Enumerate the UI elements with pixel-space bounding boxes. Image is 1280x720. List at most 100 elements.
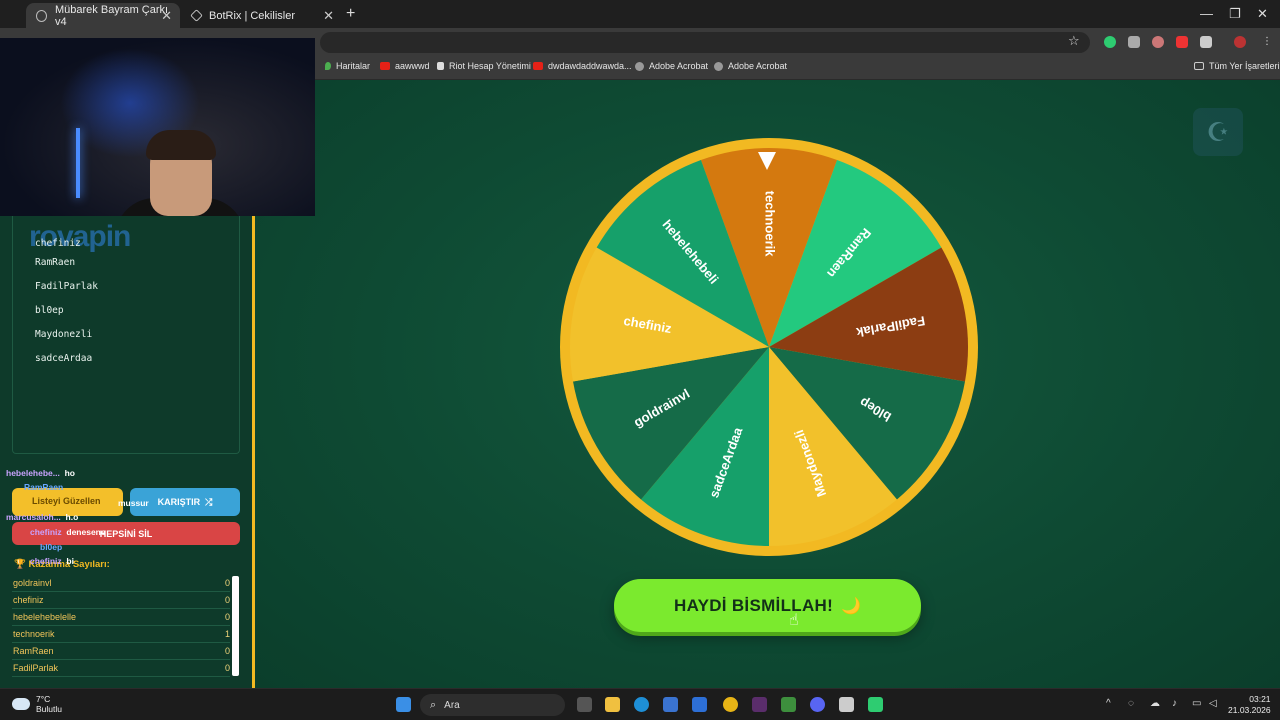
win-count: 0	[224, 612, 230, 622]
taskbar-search[interactable]: ⌕ Ara	[420, 694, 565, 716]
tray-overflow-icon[interactable]: ^	[1106, 698, 1111, 709]
taskbar: 7°C Bulutlu ⌕ Ara ^ ◌ ☁ ♪ ▭ ◁ 03:21 21.03.2…	[0, 688, 1280, 720]
app-icon[interactable]	[781, 697, 796, 712]
win-name: hebelehebelelle	[13, 612, 77, 622]
weather-text: Bulutlu	[36, 704, 62, 714]
windows-start-icon[interactable]	[396, 697, 411, 712]
shuffle-label: Listeyi Güzellen	[32, 496, 101, 506]
close-tab-icon[interactable]: ✕	[161, 8, 172, 24]
tab-bayram-carki[interactable]: Mübarek Bayram Çarkı v4 ✕	[26, 3, 180, 28]
bookmark-riot[interactable]: Riot Hesap Yönetimi	[437, 61, 531, 71]
clock-time: 03:21	[1249, 694, 1271, 704]
minimize-icon[interactable]: —	[1200, 6, 1213, 21]
win-name: FadilParlak	[13, 663, 59, 673]
task-view-icon[interactable]	[577, 697, 592, 712]
win-count: 0	[224, 663, 230, 673]
outlook-icon[interactable]	[692, 697, 707, 712]
profile-icon[interactable]	[1234, 36, 1246, 48]
extension-icon[interactable]	[1128, 36, 1140, 48]
browser-tab-bar: Mübarek Bayram Çarkı v4 ✕ BotRix | Cekil…	[0, 0, 1280, 28]
win-row: FadilParlak 0	[12, 660, 230, 677]
file-explorer-icon[interactable]	[605, 697, 620, 712]
chat-line: chefiniz denesene	[30, 527, 106, 537]
wheel-stage: ☪ technoerik RamRaen FadilParlak bl0ep Maydo…	[255, 80, 1280, 688]
win-row: technoerik 1	[12, 626, 230, 643]
participant-list[interactable]: rovapin chefiniz RamRaen FadilParlak bl0…	[12, 216, 240, 454]
clear-label: HEPSİNİ SİL	[99, 528, 153, 539]
chat-line: bl0ep	[40, 542, 62, 552]
participant-item: RamRaen	[35, 257, 76, 268]
microphone-icon[interactable]: ♪	[1172, 698, 1177, 709]
extensions-puzzle-icon[interactable]	[1200, 36, 1212, 48]
spin-button[interactable]: HAYDİ BİSMİLLAH! 🌙	[614, 579, 921, 632]
extension-icon[interactable]	[1176, 36, 1188, 48]
edge-icon[interactable]	[634, 697, 649, 712]
store-icon[interactable]	[663, 697, 678, 712]
bookmark-label: dwdawdaddwawda...	[548, 61, 632, 71]
win-name: goldrainvl	[13, 578, 52, 588]
win-row: RamRaen 0	[12, 643, 230, 660]
extension-shield-icon[interactable]	[1104, 36, 1116, 48]
bookmark-label: Riot Hesap Yönetimi	[449, 61, 531, 71]
globe-icon	[635, 61, 644, 71]
webcam-led-strip	[76, 128, 80, 198]
editor-icon[interactable]	[752, 697, 767, 712]
clock-date: 21.03.2026	[1228, 705, 1271, 715]
bookmark-label: Haritalar	[336, 61, 371, 71]
omnibox[interactable]	[320, 32, 1090, 53]
bookmark-label: Adobe Acrobat	[649, 61, 709, 71]
temperature: 7°C	[36, 694, 51, 704]
crescent-moon-icon: 🌙	[841, 597, 861, 615]
chrome-icon[interactable]	[723, 697, 738, 712]
bookmark-dwdaw[interactable]: dwdawdaddwawda...	[533, 61, 632, 71]
search-label: Ara	[444, 699, 460, 711]
spin-button-label: HAYDİ BİSMİLLAH!	[674, 595, 834, 615]
bookmark-adobe-1[interactable]: Adobe Acrobat	[635, 61, 708, 71]
botrix-icon	[190, 9, 203, 22]
weather-widget[interactable]: 7°C Bulutlu	[12, 694, 62, 714]
wheel-segment-label: technoerik	[763, 191, 778, 258]
bookmark-star-icon[interactable]: ☆	[1068, 33, 1080, 49]
new-tab-button[interactable]: +	[346, 5, 355, 23]
wins-scrollbar[interactable]	[232, 576, 239, 676]
app-icon[interactable]	[839, 697, 854, 712]
bookmark-adobe-2[interactable]: Adobe Acrobat	[714, 61, 787, 71]
chat-user: marcusaloh...	[6, 512, 61, 522]
app-icon[interactable]	[868, 697, 883, 712]
prize-wheel[interactable]: technoerik RamRaenFadilParlakbl0epMaydone…	[560, 138, 978, 556]
bookmark-aawwwd[interactable]: aawwwd	[380, 61, 430, 71]
participant-item: Maydonezli	[35, 329, 93, 340]
restore-icon[interactable]: ❐	[1229, 6, 1241, 22]
riot-icon	[437, 62, 444, 70]
chat-user: RamRaen	[24, 482, 64, 492]
chat-line: mussur	[118, 498, 149, 508]
extension-icon[interactable]	[1152, 36, 1164, 48]
menu-dots-icon[interactable]: ⋮	[1262, 36, 1272, 47]
tray-icon[interactable]: ☁	[1150, 698, 1160, 709]
win-name: RamRaen	[13, 646, 54, 656]
folder-icon	[1194, 62, 1204, 70]
volume-icon[interactable]: ◁	[1209, 698, 1217, 709]
network-icon[interactable]: ▭	[1192, 698, 1201, 709]
win-row: hebelehebelelle 0	[12, 609, 230, 626]
panel-divider	[252, 216, 255, 688]
win-row: goldrainvl 0	[12, 575, 230, 592]
globe-icon	[36, 9, 47, 22]
close-window-icon[interactable]: ✕	[1257, 6, 1268, 22]
win-count: 0	[224, 578, 230, 588]
close-tab-icon[interactable]: ✕	[323, 8, 334, 24]
cloud-icon	[12, 698, 30, 710]
participant-item: sadceArdaa	[35, 353, 93, 364]
tab-botrix[interactable]: BotRix | Cekilisler ✕	[182, 3, 342, 28]
tray-icon[interactable]: ◌	[1128, 698, 1134, 709]
wheel-pointer-icon	[758, 152, 776, 170]
chat-message: ho	[64, 468, 75, 478]
chat-line: chefiniz bi	[30, 556, 74, 566]
participant-item: chefiniz	[35, 238, 81, 249]
map-pin-icon	[325, 62, 331, 70]
clock[interactable]: 03:21 21.03.2026	[1228, 694, 1271, 716]
all-bookmarks[interactable]: Tüm Yer İşaretleri	[1194, 61, 1280, 71]
bookmark-haritalar[interactable]: Haritalar	[325, 61, 370, 71]
win-name: chefiniz	[13, 595, 44, 605]
discord-icon[interactable]	[810, 697, 825, 712]
